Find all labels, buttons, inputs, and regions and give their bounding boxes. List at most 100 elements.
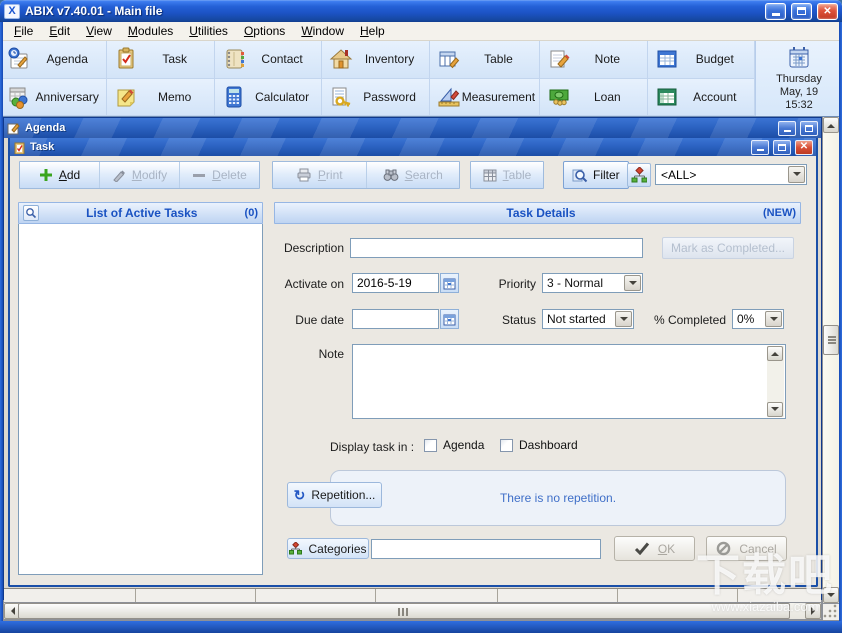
- module-button-inventory[interactable]: Inventory: [322, 41, 430, 79]
- dashboard-checkbox[interactable]: [500, 438, 513, 452]
- resize-grip[interactable]: [823, 604, 839, 620]
- close-button[interactable]: ✕: [817, 2, 838, 20]
- category-filter-value: <ALL>: [661, 167, 697, 182]
- loan-icon: [546, 84, 572, 110]
- chevron-down-icon[interactable]: [788, 166, 805, 183]
- module-button-measurement[interactable]: Measurement: [429, 78, 541, 116]
- delete-button[interactable]: Delete: [180, 162, 259, 188]
- minimize-icon: [771, 13, 780, 16]
- description-input[interactable]: [350, 238, 643, 258]
- scroll-right-button[interactable]: [805, 603, 821, 619]
- module-button-agenda[interactable]: Agenda: [0, 41, 108, 79]
- app-logo-icon: X: [4, 3, 20, 19]
- menu-help[interactable]: Help: [352, 22, 393, 40]
- module-button-loan[interactable]: Loan: [540, 78, 648, 116]
- category-filter-button[interactable]: [627, 163, 651, 187]
- table-view-button[interactable]: Table: [471, 162, 543, 188]
- menu-edit[interactable]: Edit: [41, 22, 78, 40]
- module-button-table[interactable]: Table: [429, 41, 541, 79]
- menu-file[interactable]: File: [6, 22, 41, 40]
- filter-button[interactable]: Filter: [563, 161, 629, 189]
- grip-icon: [828, 336, 836, 345]
- note-textarea[interactable]: [352, 344, 786, 419]
- module-button-calculator[interactable]: Calculator: [214, 78, 323, 116]
- check-icon: [634, 542, 650, 555]
- scroll-up-button[interactable]: [767, 346, 783, 361]
- active-tasks-list[interactable]: [18, 224, 263, 575]
- plus-icon: [39, 168, 53, 182]
- horizontal-scrollbar[interactable]: [4, 603, 821, 619]
- active-tasks-title: List of Active Tasks: [86, 206, 198, 220]
- task-maximize-button[interactable]: [773, 139, 791, 155]
- module-button-anniversary[interactable]: Anniversary: [0, 78, 108, 116]
- module-label: Contact: [261, 52, 303, 67]
- vertical-scrollbar[interactable]: [823, 117, 839, 603]
- calculator-icon: [221, 84, 247, 110]
- module-button-budget[interactable]: Budget: [647, 41, 755, 79]
- module-button-task[interactable]: Task: [107, 41, 215, 79]
- cancel-button[interactable]: Cancel: [706, 536, 787, 561]
- agenda-window: Agenda Task ✕ Add Modify Delete Print Se…: [3, 117, 822, 619]
- note-scrollbar[interactable]: [767, 346, 784, 417]
- status-label: Status: [501, 313, 536, 327]
- menu-options[interactable]: Options: [236, 22, 293, 40]
- agenda-content: Task ✕ Add Modify Delete Print Search Ta…: [4, 138, 821, 619]
- magnifier-icon[interactable]: [23, 205, 39, 221]
- activate-on-input[interactable]: [352, 273, 439, 293]
- maximize-button[interactable]: [791, 2, 812, 20]
- dashboard-checkbox-label: Dashboard: [519, 438, 578, 452]
- scroll-up-button[interactable]: [823, 117, 839, 133]
- magnifier-icon: [572, 168, 588, 183]
- category-filter-select[interactable]: <ALL>: [655, 164, 807, 185]
- ok-button[interactable]: OK: [614, 536, 695, 561]
- grid-cell: [4, 589, 136, 602]
- modify-button[interactable]: Modify: [100, 162, 180, 188]
- mark-as-completed-button[interactable]: Mark as Completed...: [662, 237, 794, 259]
- scroll-down-button[interactable]: [823, 587, 839, 603]
- date-time-panel[interactable]: Thursday May, 19 15:32: [755, 41, 842, 116]
- percent-completed-select[interactable]: 0%: [732, 309, 784, 329]
- arrow-down-icon: [771, 407, 779, 415]
- menu-modules[interactable]: Modules: [120, 22, 181, 40]
- activate-on-calendar-button[interactable]: [440, 273, 459, 293]
- minimize-button[interactable]: [765, 2, 786, 20]
- task-minimize-button[interactable]: [751, 139, 769, 155]
- search-button[interactable]: Search: [367, 162, 460, 188]
- due-date-input[interactable]: [352, 309, 439, 329]
- task-icon: [113, 46, 139, 72]
- categories-button[interactable]: Categories: [287, 538, 369, 559]
- module-label: Note: [594, 52, 621, 67]
- grid-cell: [618, 589, 738, 602]
- add-button[interactable]: Add: [20, 162, 100, 188]
- due-date-calendar-button[interactable]: [440, 309, 459, 329]
- menu-utilities[interactable]: Utilities: [181, 22, 236, 40]
- module-button-password[interactable]: Password: [322, 78, 430, 116]
- status-select[interactable]: Not started: [542, 309, 634, 329]
- priority-select[interactable]: 3 - Normal: [542, 273, 643, 293]
- agenda-checkbox[interactable]: [424, 438, 437, 452]
- module-button-memo[interactable]: Memo: [107, 78, 215, 116]
- menu-window[interactable]: Window: [293, 22, 352, 40]
- task-close-button[interactable]: ✕: [795, 139, 813, 155]
- module-label: Table: [484, 52, 513, 67]
- print-button[interactable]: Print: [273, 162, 367, 188]
- categories-input[interactable]: [371, 539, 601, 559]
- module-button-note[interactable]: Note: [540, 41, 648, 79]
- agenda-minimize-button[interactable]: [778, 120, 796, 136]
- menu-view[interactable]: View: [78, 22, 120, 40]
- scroll-down-button[interactable]: [767, 402, 783, 417]
- vertical-scrollbar-thumb[interactable]: [823, 325, 839, 355]
- no-entry-icon: [716, 541, 731, 556]
- edit-button-group: Add Modify Delete: [19, 161, 260, 189]
- agenda-checkbox-row: Agenda: [424, 438, 484, 452]
- repetition-button[interactable]: ↻ Repetition...: [287, 482, 382, 508]
- agenda-maximize-button[interactable]: [800, 120, 818, 136]
- module-button-contact[interactable]: Contact: [214, 41, 323, 79]
- agenda-checkbox-label: Agenda: [443, 438, 485, 452]
- horizontal-scrollbar-thumb[interactable]: [18, 603, 790, 619]
- grid-cell: [256, 589, 376, 602]
- module-button-account[interactable]: Account: [647, 78, 755, 116]
- agenda-window-title: Agenda: [25, 122, 66, 134]
- password-icon: [328, 84, 354, 110]
- display-task-in-label: Display task in :: [330, 440, 415, 454]
